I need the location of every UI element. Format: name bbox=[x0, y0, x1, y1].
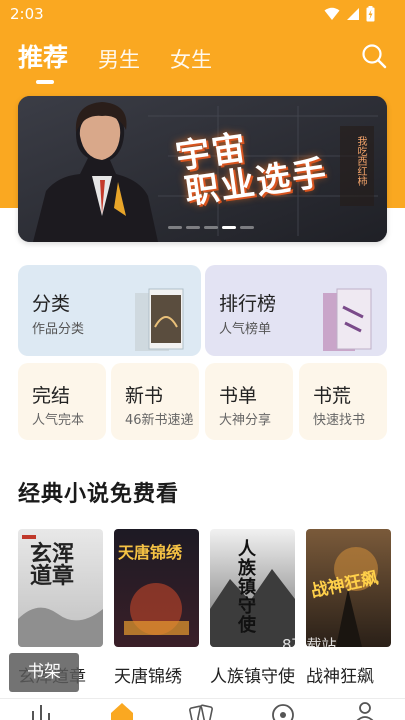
bookshelf-button[interactable]: 书架 bbox=[9, 653, 79, 692]
book-title: 人族镇守使 bbox=[210, 667, 295, 687]
promo-banner[interactable]: 宇宙 职业选手 我吃西红柿 bbox=[18, 96, 387, 242]
category-card[interactable]: 分类 作品分类 bbox=[18, 265, 201, 356]
book-hunt-card[interactable]: 书荒 快速找书 bbox=[299, 363, 387, 440]
book-hunt-subtitle: 快速找书 bbox=[313, 413, 366, 428]
book-title: 天唐锦绣 bbox=[114, 667, 182, 687]
finished-card[interactable]: 完结 人气完本 bbox=[18, 363, 106, 440]
search-icon[interactable] bbox=[361, 43, 387, 69]
signal-icon bbox=[347, 8, 359, 20]
banner-dot[interactable] bbox=[204, 226, 218, 229]
new-books-title: 新书 bbox=[125, 385, 164, 407]
book-item[interactable]: 人族镇守使 人族镇守使 bbox=[210, 529, 295, 687]
banner-dot[interactable] bbox=[240, 226, 254, 229]
discover-icon[interactable] bbox=[268, 701, 298, 720]
book-cover-title: 人族镇守使 bbox=[238, 539, 256, 636]
book-title: 战神狂飙 bbox=[306, 667, 374, 687]
channel-tabs: 推荐 男生 女生 bbox=[18, 38, 212, 84]
book-stack-icon bbox=[135, 288, 184, 351]
status-time: 2:03 bbox=[10, 5, 44, 23]
book-cover: 人族镇守使 bbox=[210, 529, 295, 647]
book-item[interactable]: 玄浑道章 玄浑道章 bbox=[18, 529, 103, 687]
status-icons bbox=[324, 6, 375, 22]
ranking-card[interactable]: 排行榜 人气榜单 bbox=[205, 265, 387, 356]
book-hunt-title: 书荒 bbox=[313, 385, 352, 407]
battery-icon bbox=[366, 6, 375, 22]
tab-recommend[interactable]: 推荐 bbox=[18, 38, 68, 84]
home-icon[interactable] bbox=[107, 701, 137, 720]
ranking-subtitle: 人气榜单 bbox=[219, 322, 272, 337]
new-books-subtitle: 46新书速递 bbox=[125, 413, 194, 428]
cards-icon[interactable] bbox=[186, 701, 216, 720]
book-cover-title: 玄浑道章 bbox=[30, 541, 75, 589]
banner-dot-active[interactable] bbox=[222, 226, 236, 229]
status-bar: 2:03 bbox=[0, 0, 405, 28]
book-cover: 战神狂飙 bbox=[306, 529, 391, 647]
finished-title: 完结 bbox=[32, 385, 71, 407]
banner-pagination bbox=[168, 226, 254, 229]
profile-icon[interactable] bbox=[350, 701, 380, 720]
banner-author: 我吃西红柿 bbox=[355, 136, 366, 186]
book-cover-title: 天唐锦绣 bbox=[118, 543, 183, 562]
finished-subtitle: 人气完本 bbox=[32, 413, 85, 428]
banner-dot[interactable] bbox=[168, 226, 182, 229]
book-cover: 玄浑道章 bbox=[18, 529, 103, 647]
section-title: 经典小说免费看 bbox=[18, 482, 180, 507]
ranking-title: 排行榜 bbox=[219, 293, 277, 315]
booklist-title: 书单 bbox=[219, 385, 258, 407]
banner-dot[interactable] bbox=[186, 226, 200, 229]
chart-icon[interactable] bbox=[27, 701, 57, 720]
new-books-card[interactable]: 新书 46新书速递 bbox=[111, 363, 199, 440]
book-stack-icon bbox=[323, 288, 372, 351]
booklist-card[interactable]: 书单 大神分享 bbox=[205, 363, 293, 440]
book-cover: 天唐锦绣 bbox=[114, 529, 199, 647]
tab-female[interactable]: 女生 bbox=[170, 44, 212, 74]
tab-male[interactable]: 男生 bbox=[98, 44, 140, 74]
wifi-icon bbox=[324, 7, 340, 20]
category-subtitle: 作品分类 bbox=[32, 322, 85, 337]
booklist-subtitle: 大神分享 bbox=[219, 413, 272, 428]
book-item[interactable]: 战神狂飙 战神狂飙 bbox=[306, 529, 391, 687]
category-title: 分类 bbox=[32, 293, 71, 315]
bottom-nav bbox=[0, 698, 405, 720]
book-item[interactable]: 天唐锦绣 天唐锦绣 bbox=[114, 529, 199, 687]
watermark: 8下载站 bbox=[282, 636, 337, 654]
